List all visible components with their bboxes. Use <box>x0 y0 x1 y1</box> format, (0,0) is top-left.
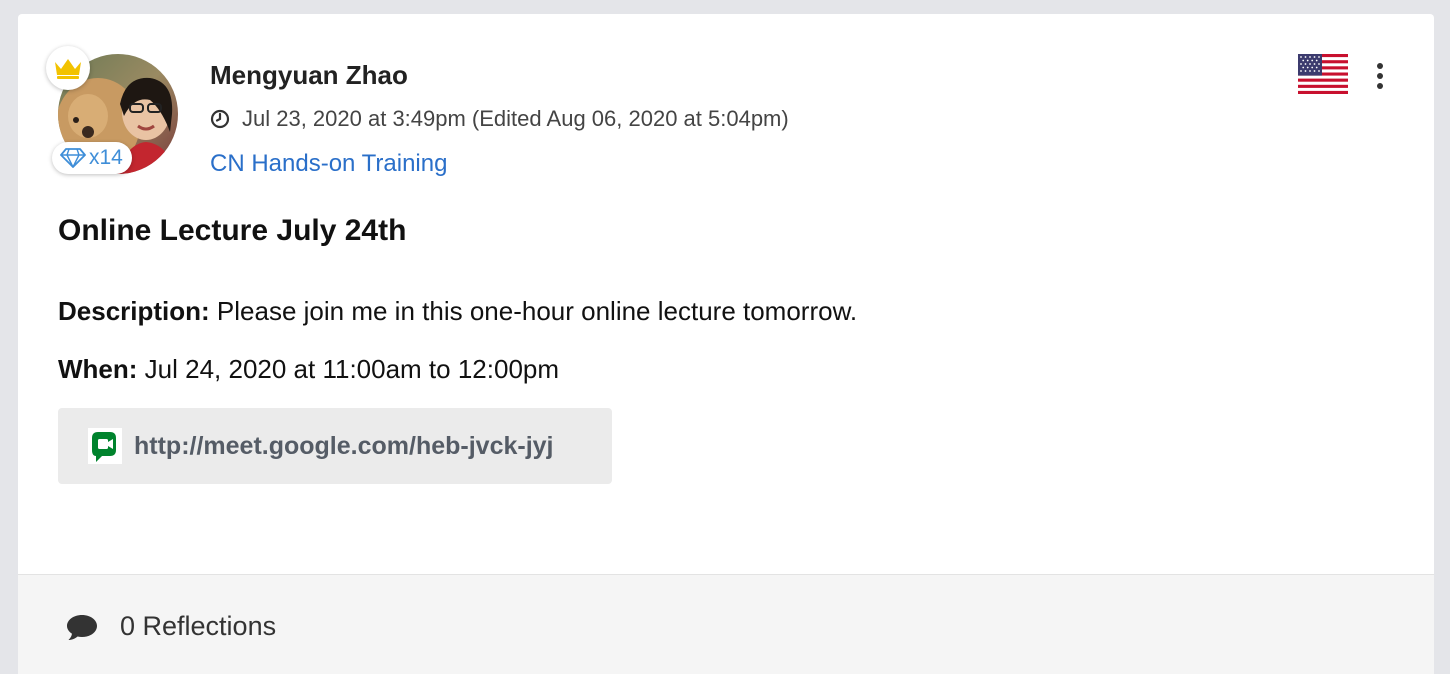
group-link[interactable]: CN Hands-on Training <box>210 150 447 178</box>
post-card: x14 Mengyuan Zhao Jul 23, 2020 at 3:49pm… <box>18 14 1434 674</box>
us-flag-icon <box>1298 54 1348 99</box>
author-avatar[interactable]: x14 <box>46 46 180 176</box>
timestamp-text: Jul 23, 2020 at 3:49pm (Edited Aug 06, 2… <box>242 106 789 131</box>
comment-icon <box>67 614 97 640</box>
description-label: Description: <box>58 296 210 326</box>
description-text: Please join me in this one-hour online l… <box>216 296 858 326</box>
reflections-count: 0 Reflections <box>120 611 277 641</box>
post-title: Online Lecture July 24th <box>58 214 407 247</box>
meeting-url: http://meet.google.com/heb-jvck-jyj <box>134 431 554 460</box>
post-when: When: Jul 24, 2020 at 11:00am to 12:00pm <box>58 354 559 385</box>
when-text: Jul 24, 2020 at 11:00am to 12:00pm <box>144 354 560 384</box>
badge-count-label: x14 <box>89 146 123 169</box>
author-name[interactable]: Mengyuan Zhao <box>210 60 408 91</box>
post-timestamp: Jul 23, 2020 at 3:49pm (Edited Aug 06, 2… <box>210 106 789 132</box>
more-vertical-icon[interactable] <box>1368 58 1392 94</box>
diamond-icon <box>60 148 86 168</box>
crown-icon <box>46 46 90 90</box>
meeting-link[interactable]: http://meet.google.com/heb-jvck-jyj <box>58 408 612 484</box>
post-footer: 0 Reflections <box>18 574 1434 674</box>
reflections-button[interactable]: 0 Reflections <box>66 611 276 642</box>
google-meet-icon <box>88 428 122 464</box>
badge-count: x14 <box>52 142 132 174</box>
clock-icon <box>210 109 230 129</box>
post-description: Description: Please join me in this one-… <box>58 296 857 327</box>
when-label: When: <box>58 354 138 384</box>
